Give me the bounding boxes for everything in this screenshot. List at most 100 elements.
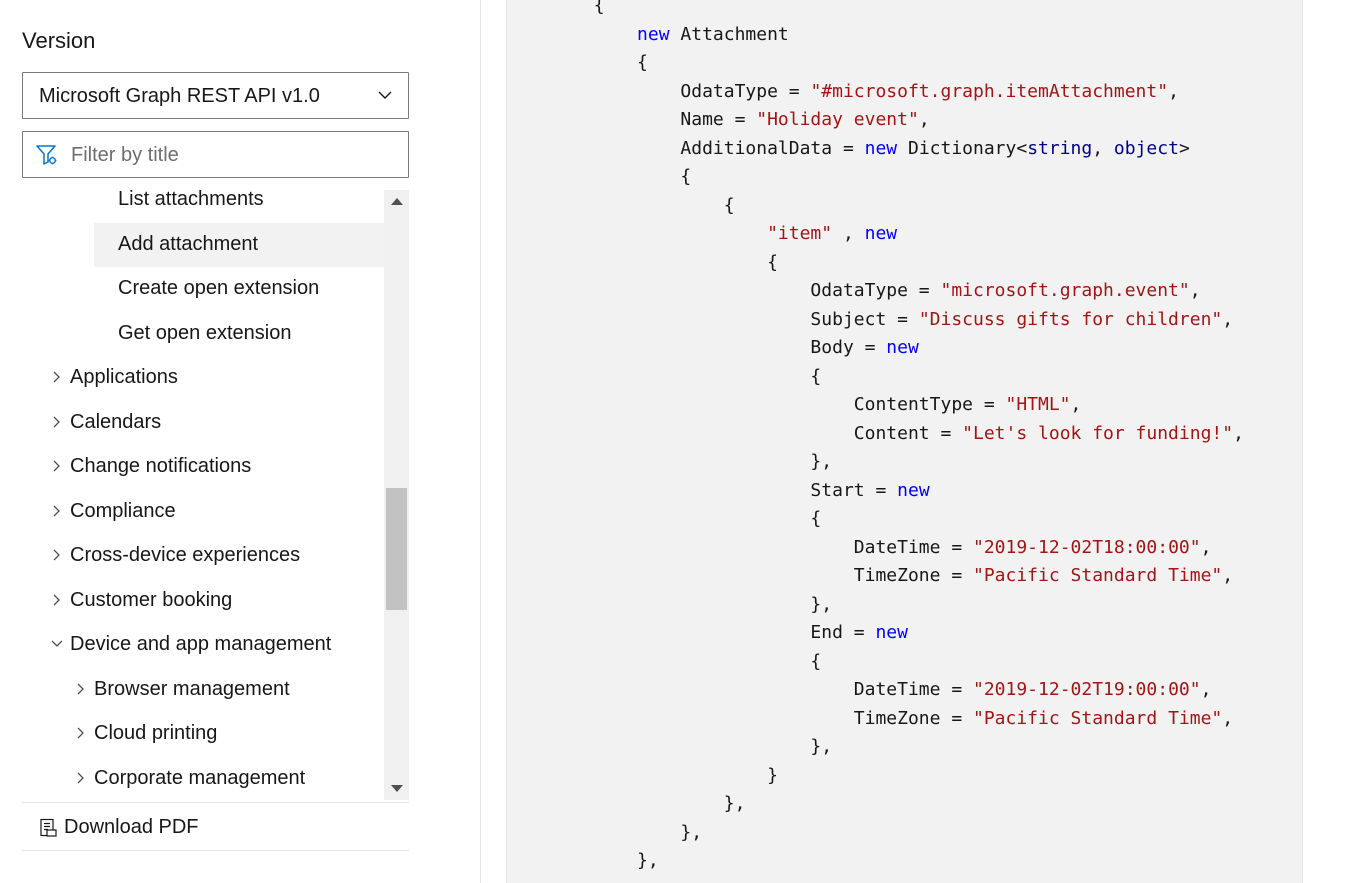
toc-item-device-and-app-management[interactable]: Device and app management xyxy=(22,623,384,668)
code-text: TimeZone = xyxy=(507,707,973,729)
chevron-right-icon[interactable] xyxy=(50,459,64,473)
code-text: , xyxy=(832,223,865,244)
toc-item-label: Applications xyxy=(70,366,178,388)
toc-item-change-notifications[interactable]: Change notifications xyxy=(22,445,384,490)
code-text: Content = xyxy=(507,422,963,444)
chevron-right-icon[interactable] xyxy=(50,415,64,429)
code-keyword: new xyxy=(864,137,898,159)
code-line: Content = "Let's look for funding!", xyxy=(507,420,1244,448)
toc-item-customer-booking[interactable]: Customer booking xyxy=(22,579,384,624)
code-line: }, xyxy=(507,847,659,875)
code-string: "2019-12-02T18:00:00" xyxy=(973,536,1201,558)
toc-item-add-attachment[interactable]: Add attachment xyxy=(94,222,384,267)
scrollbar-thumb[interactable] xyxy=(386,488,407,610)
toc-item-label: Browser management xyxy=(94,677,290,700)
code-text: ContentType = xyxy=(507,394,1006,415)
code-line: }, xyxy=(507,591,832,619)
code-text: , xyxy=(1222,707,1234,729)
code-line: }, xyxy=(507,448,832,476)
chevron-right-icon[interactable] xyxy=(50,370,64,384)
chevron-right-icon[interactable] xyxy=(50,548,64,562)
code-keyword: new xyxy=(875,622,908,643)
code-text: }, xyxy=(507,593,833,615)
code-text: , xyxy=(1070,394,1082,415)
code-text: Attachment xyxy=(669,23,789,45)
toc-item-list-attachments[interactable]: List attachments xyxy=(22,190,384,223)
code-keyword: new xyxy=(886,337,919,358)
code-text: , xyxy=(1092,137,1114,159)
toc-item-label: Create open extension xyxy=(118,277,320,299)
code-text: OdataType = xyxy=(507,80,811,102)
toc-item-cross-device-experiences[interactable]: Cross-device experiences xyxy=(22,534,384,579)
code-line: { xyxy=(507,363,821,391)
filter-placeholder: Filter by title xyxy=(71,144,179,166)
pdf-document-icon xyxy=(40,818,57,837)
toc-item-compliance[interactable]: Compliance xyxy=(22,490,384,535)
version-select-value: Microsoft Graph REST API v1.0 xyxy=(39,85,320,107)
code-string: "Pacific Standard Time" xyxy=(973,565,1223,586)
download-pdf-link[interactable]: Download PDF xyxy=(22,802,409,851)
code-text: , xyxy=(1189,280,1201,301)
code-line: { xyxy=(507,0,605,20)
code-line: }, xyxy=(507,819,702,847)
code-keyword: string xyxy=(1027,137,1093,159)
code-text: }, xyxy=(507,736,833,757)
code-text: Dictionary< xyxy=(897,137,1028,159)
code-text: { xyxy=(507,508,822,529)
code-line: Body = new xyxy=(507,334,919,362)
code-text: DateTime = xyxy=(507,536,973,558)
chevron-down-icon xyxy=(378,91,392,99)
code-text: { xyxy=(507,0,605,16)
code-line: { xyxy=(507,192,735,220)
code-line: TimeZone = "Pacific Standard Time", xyxy=(507,562,1233,590)
toc-item-calendars[interactable]: Calendars xyxy=(22,401,384,446)
code-string: "Holiday event" xyxy=(756,109,919,130)
code-string: "Discuss gifts for children" xyxy=(918,308,1223,330)
toc-item-label: Cross-device experiences xyxy=(70,544,301,566)
code-line: ContentType = "HTML", xyxy=(507,391,1082,419)
code-text: Body = xyxy=(507,337,887,358)
chevron-right-icon[interactable] xyxy=(74,771,88,785)
chevron-down-icon[interactable] xyxy=(50,637,64,651)
code-text: DateTime = xyxy=(507,679,973,700)
version-label: Version xyxy=(22,28,96,53)
code-text: }, xyxy=(507,821,703,843)
toc-item-corporate-management[interactable]: Corporate management xyxy=(22,757,384,801)
toc-item-get-open-extension[interactable]: Get open extension xyxy=(22,312,384,357)
code-string: "#microsoft.graph.itemAttachment" xyxy=(810,80,1169,102)
version-select[interactable]: Microsoft Graph REST API v1.0 xyxy=(22,72,409,119)
code-text: } xyxy=(507,764,778,786)
toc-item-create-open-extension[interactable]: Create open extension xyxy=(22,267,384,312)
code-text: { xyxy=(507,166,692,187)
code-string: "2019-12-02T19:00:00" xyxy=(973,679,1201,700)
toc-item-browser-management[interactable]: Browser management xyxy=(22,668,384,713)
scroll-up-arrow-icon[interactable] xyxy=(391,198,403,205)
code-line: { xyxy=(507,249,778,277)
toc-item-label: Customer booking xyxy=(70,588,233,611)
code-line: { xyxy=(507,49,648,77)
scroll-down-arrow-icon[interactable] xyxy=(391,785,403,792)
toc-item-applications[interactable]: Applications xyxy=(22,356,384,401)
toc-item-cloud-printing[interactable]: Cloud printing xyxy=(22,712,384,757)
filter-by-title-input[interactable]: Filter by title xyxy=(22,131,409,178)
toc-scrollbar[interactable] xyxy=(384,190,409,800)
code-text: , xyxy=(1168,80,1179,102)
code-line: }, xyxy=(507,790,746,818)
code-text: { xyxy=(507,251,778,273)
toc-tree-list: List attachments Add attachment Create ope… xyxy=(22,190,384,800)
toc-tree: List attachments Add attachment Create ope… xyxy=(22,190,384,800)
toc-item-label: Calendars xyxy=(70,410,162,433)
chevron-right-icon[interactable] xyxy=(74,682,88,696)
code-line: TimeZone = "Pacific Standard Time", xyxy=(507,705,1233,733)
code-line: { xyxy=(507,648,821,676)
chevron-right-icon[interactable] xyxy=(50,504,64,518)
code-string: "item" xyxy=(507,223,833,244)
code-line: OdataType = "#microsoft.graph.itemAttach… xyxy=(507,78,1179,106)
code-string: "microsoft.graph.event" xyxy=(940,280,1190,301)
code-keyword: object xyxy=(1113,137,1179,159)
code-string: "HTML" xyxy=(1005,394,1071,415)
chevron-right-icon[interactable] xyxy=(74,726,88,740)
code-text: , xyxy=(918,109,930,130)
code-text: , xyxy=(1233,422,1244,444)
chevron-right-icon[interactable] xyxy=(50,593,64,607)
